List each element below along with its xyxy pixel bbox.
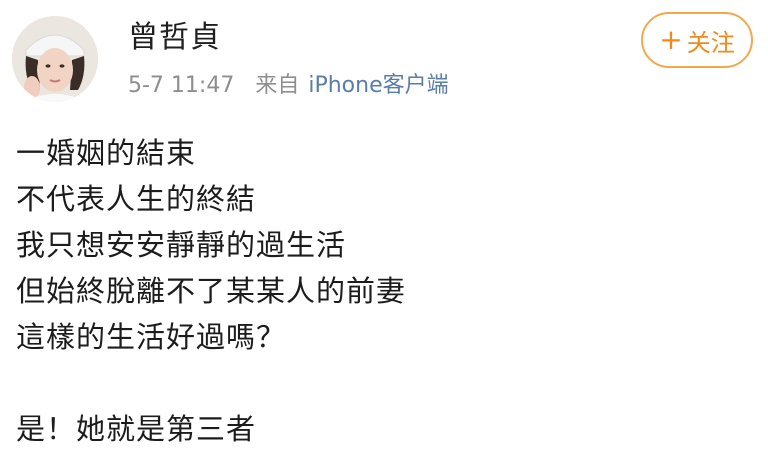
avatar[interactable] <box>12 16 98 102</box>
content-line: 我只想安安靜靜的過生活 <box>16 228 347 262</box>
content-line-cropped: 是！她就是第三者 <box>16 412 257 446</box>
post-content: 一婚姻的結束 不代表人生的終結 我只想安安靜靜的過生活 但始終脫離不了某某人的前… <box>16 130 756 452</box>
source-app-link[interactable]: iPhone客户端 <box>308 73 448 98</box>
avatar-image <box>12 16 98 102</box>
post-meta: 5-7 11:47 来自 iPhone客户端 <box>128 72 449 100</box>
content-line: 不代表人生的終結 <box>16 182 257 216</box>
post-time: 5-7 11:47 <box>128 73 235 98</box>
follow-button[interactable]: + 关注 <box>641 12 753 68</box>
content-line: 這樣的生活好過嗎？ <box>16 320 287 354</box>
content-line: 一婚姻的結束 <box>16 136 197 170</box>
follow-button-label: 关注 <box>686 28 735 57</box>
source-label: 来自 <box>255 73 300 98</box>
weibo-post: 曾哲貞 5-7 11:47 来自 iPhone客户端 + 关注 一婚姻的結束 不… <box>0 0 768 446</box>
content-line: 但始終脫離不了某某人的前妻 <box>16 274 407 308</box>
author-name[interactable]: 曾哲貞 <box>128 20 221 56</box>
plus-icon: + <box>659 23 683 56</box>
